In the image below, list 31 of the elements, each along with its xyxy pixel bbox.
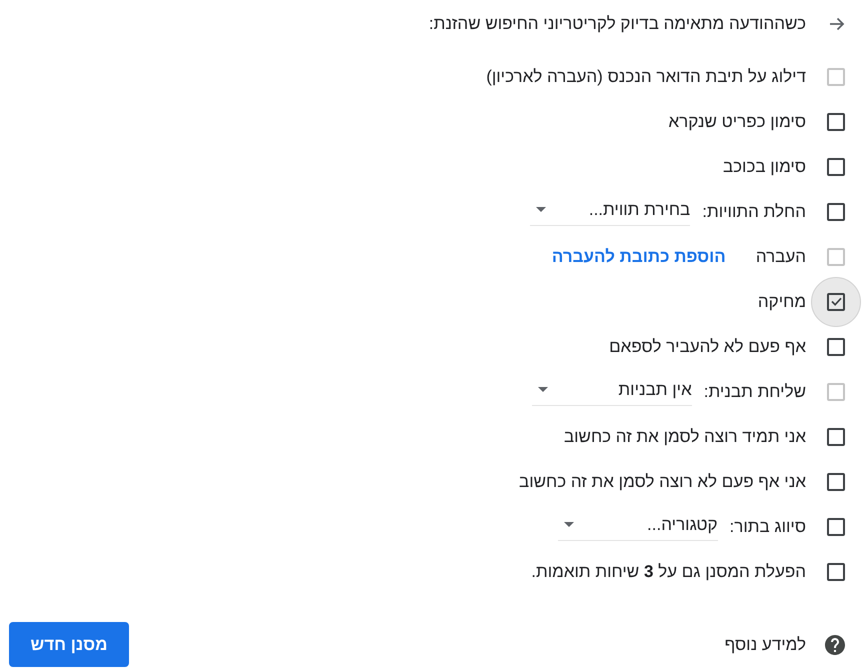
checkbox[interactable] [827,158,845,176]
instruction-text: כשההודעה מתאימה בדיוק לקריטריוני החיפוש שהזנת: [428,14,806,34]
checkbox[interactable] [827,338,845,356]
option-label: אף פעם לא להעביר לספאם [609,336,806,356]
help-text[interactable]: למידע נוסף [724,634,806,654]
option-label: דילוג על תיבת הדואר הנכנס (העברה לארכיון) [486,66,806,86]
option-label: החלת התוויות: [702,202,806,222]
help-icon[interactable] [825,634,845,654]
checkbox[interactable] [827,112,845,130]
option-label: העברה [756,246,806,266]
arrow-icon [829,17,845,31]
option-label: אני תמיד רוצה לסמן את זה כחשוב [564,426,806,446]
option-label: סימון בכוכב [722,156,806,176]
checkbox[interactable] [827,562,845,580]
dropdown[interactable]: קטגוריה... [558,512,718,540]
checkbox[interactable] [827,202,845,220]
checkbox[interactable] [827,292,845,310]
option-label: סימון כפריט שנקרא [668,112,806,132]
checkbox[interactable] [827,428,845,446]
caret-icon [538,387,548,392]
tick-icon [830,297,842,306]
new-filter-button[interactable]: מסנן חדש [9,622,129,667]
option-label: מחיקה [758,292,806,312]
caret-icon [564,522,574,527]
option-label: שליחת תבנית: [704,382,806,402]
option-label: סיווג בתור: [730,516,806,536]
option-label: אני אף פעם לא רוצה לסמן את זה כחשוב [519,472,806,492]
checkbox[interactable] [827,472,845,490]
checkbox[interactable] [827,518,845,536]
caret-icon [536,207,546,212]
dropdown[interactable]: בחירת תווית... [530,198,690,226]
